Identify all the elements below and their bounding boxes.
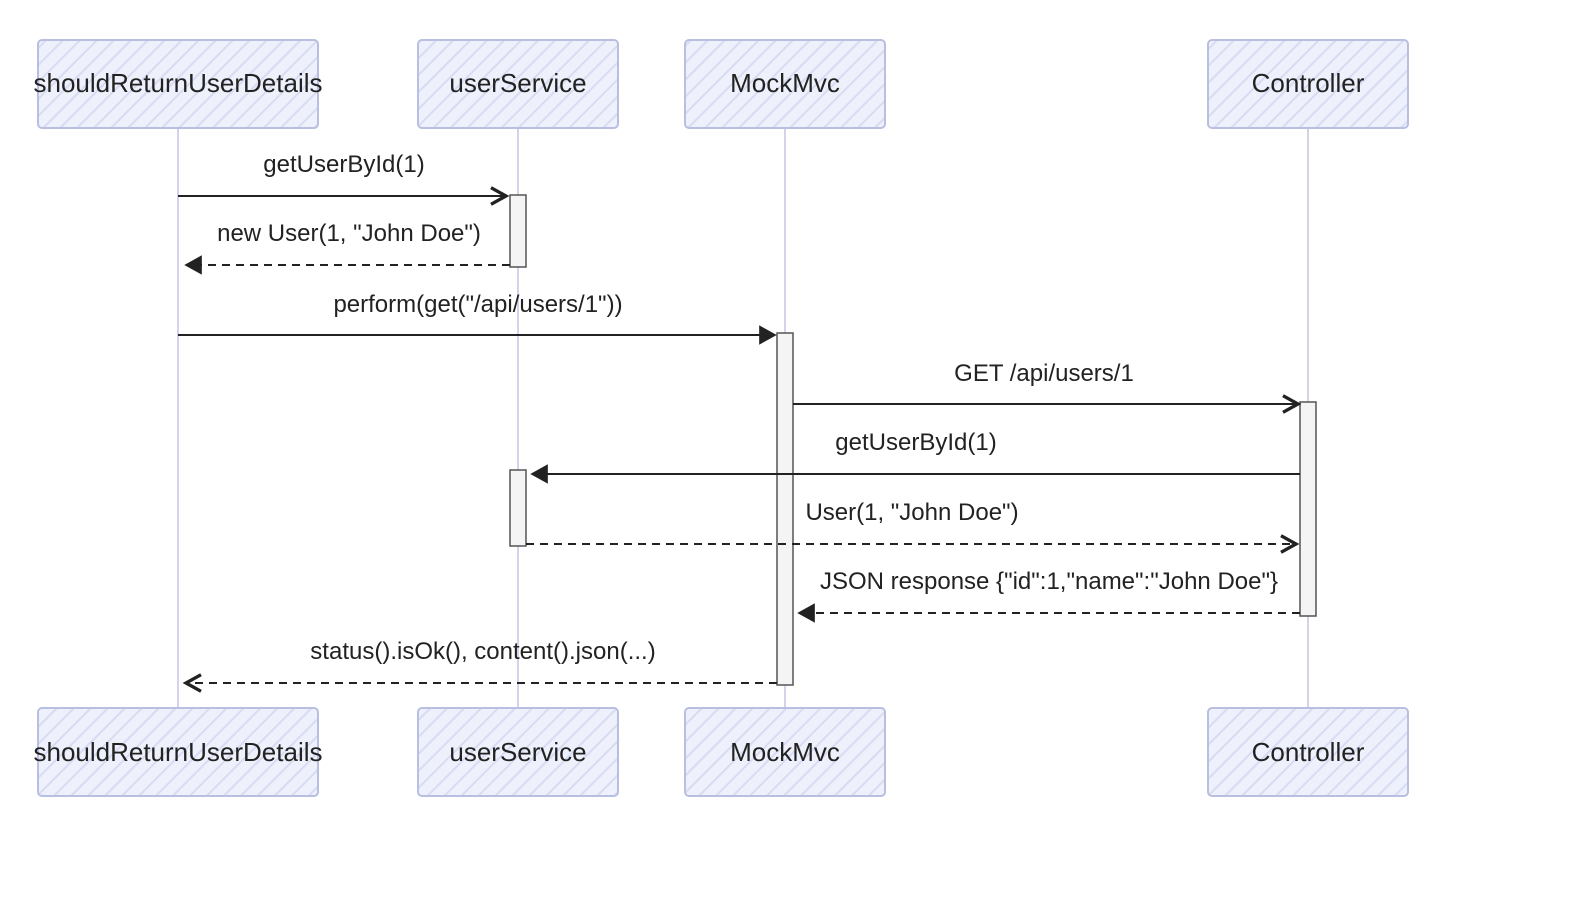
msg-label-getUserById-2: getUserById(1) xyxy=(835,429,996,456)
participant-top-MockMvc: MockMvc xyxy=(685,40,885,128)
participant-label: Controller xyxy=(1252,737,1365,767)
sequence-diagram: shouldReturnUserDetails userService Mock… xyxy=(0,0,1595,901)
participant-top-userService: userService xyxy=(418,40,618,128)
participant-label: Controller xyxy=(1252,68,1365,98)
activation-MockMvc xyxy=(777,333,793,685)
msg-label-get: GET /api/users/1 xyxy=(954,360,1134,387)
activation-userService-1 xyxy=(510,195,526,267)
participant-label: MockMvc xyxy=(730,737,840,767)
participant-bottom-MockMvc: MockMvc xyxy=(685,708,885,796)
msg-label-status: status().isOk(), content().json(...) xyxy=(310,638,655,665)
activation-userService-2 xyxy=(510,470,526,546)
msg-label-perform: perform(get("/api/users/1")) xyxy=(333,291,622,318)
participant-top-Controller: Controller xyxy=(1208,40,1408,128)
participant-top-shouldReturnUserDetails: shouldReturnUserDetails xyxy=(33,40,322,128)
participant-label: shouldReturnUserDetails xyxy=(33,68,322,98)
participant-label: shouldReturnUserDetails xyxy=(33,737,322,767)
participant-label: userService xyxy=(449,737,586,767)
msg-label-user: User(1, "John Doe") xyxy=(805,499,1018,526)
msg-label-getUserById-1: getUserById(1) xyxy=(263,151,424,178)
msg-label-newUser: new User(1, "John Doe") xyxy=(217,220,481,247)
participant-bottom-Controller: Controller xyxy=(1208,708,1408,796)
participant-label: MockMvc xyxy=(730,68,840,98)
msg-label-json: JSON response {"id":1,"name":"John Doe"} xyxy=(820,568,1278,595)
participant-bottom-userService: userService xyxy=(418,708,618,796)
participant-label: userService xyxy=(449,68,586,98)
activation-Controller xyxy=(1300,402,1316,616)
participant-bottom-shouldReturnUserDetails: shouldReturnUserDetails xyxy=(33,708,322,796)
